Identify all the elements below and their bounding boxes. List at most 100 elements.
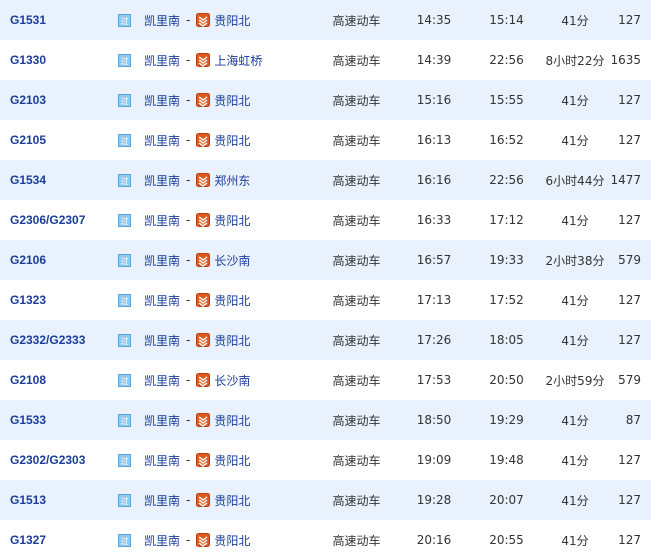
pass-icon: 过 <box>118 14 131 27</box>
pass-icon: 过 <box>118 334 131 347</box>
arrival-time-cell: 19:48 <box>489 453 524 467</box>
arrival-time-cell: 22:56 <box>489 173 524 187</box>
duration-cell: 41分 <box>561 533 589 548</box>
train-number-link[interactable]: G1513 <box>10 493 46 507</box>
train-number-cell: G1327 <box>0 520 118 560</box>
train-number-link[interactable]: G1330 <box>10 53 46 67</box>
train-number-cell: G2106 <box>0 240 118 280</box>
arrival-time-cell: 20:55 <box>489 533 524 547</box>
distance-cell: 1477 <box>610 173 641 187</box>
train-number-cell: G1330 <box>0 40 118 80</box>
pass-cell: 过 <box>118 0 144 40</box>
from-station-link[interactable]: 凯里南 <box>144 12 180 29</box>
train-number-link[interactable]: G2105 <box>10 133 46 147</box>
terminal-station-icon <box>196 173 211 187</box>
route-separator: - <box>186 333 191 347</box>
train-number-link[interactable]: G1531 <box>10 13 46 27</box>
to-station-link[interactable]: 上海虹桥 <box>214 52 262 69</box>
table-row: G1327 过 凯里南 - 贵阳北 高速动车 20:16 20:55 41分 1… <box>0 520 651 560</box>
train-number-link[interactable]: G1533 <box>10 413 46 427</box>
departure-time-cell: 20:16 <box>416 533 452 547</box>
to-station-link[interactable]: 长沙南 <box>214 372 250 389</box>
distance-cell: 127 <box>618 453 641 467</box>
to-station-link[interactable]: 贵阳北 <box>214 212 250 229</box>
train-number-cell: G1531 <box>0 0 118 40</box>
train-type-cell: 高速动车 <box>332 293 381 308</box>
distance-cell: 87 <box>625 413 641 427</box>
to-station-link[interactable]: 贵阳北 <box>214 12 250 29</box>
distance-cell: 127 <box>618 533 641 547</box>
departure-time-cell: 14:39 <box>416 53 452 67</box>
route-separator: - <box>186 53 191 67</box>
pass-cell: 过 <box>118 520 144 560</box>
to-station-link[interactable]: 贵阳北 <box>214 532 250 549</box>
arrival-time-cell: 18:05 <box>489 333 524 347</box>
arrival-time-cell: 17:12 <box>489 213 524 227</box>
train-number-link[interactable]: G1534 <box>10 173 46 187</box>
train-number-link[interactable]: G1323 <box>10 293 46 307</box>
from-station-link[interactable]: 凯里南 <box>144 412 180 429</box>
pass-cell: 过 <box>118 280 144 320</box>
departure-time-cell: 15:16 <box>416 93 452 107</box>
from-station-link[interactable]: 凯里南 <box>144 452 180 469</box>
pass-cell: 过 <box>118 80 144 120</box>
route-separator: - <box>186 373 191 387</box>
to-station-link[interactable]: 贵阳北 <box>214 452 250 469</box>
pass-icon: 过 <box>118 254 131 267</box>
train-number-cell: G1513 <box>0 480 118 520</box>
arrival-time-cell: 22:56 <box>489 53 524 67</box>
duration-cell: 41分 <box>561 493 589 508</box>
from-station-link[interactable]: 凯里南 <box>144 172 180 189</box>
train-number-link[interactable]: G2302/G2303 <box>10 453 85 467</box>
departure-time-cell: 16:16 <box>416 173 452 187</box>
table-row: G1533 过 凯里南 - 贵阳北 高速动车 18:50 19:29 41分 8… <box>0 400 651 440</box>
from-station-link[interactable]: 凯里南 <box>144 372 180 389</box>
from-station-link[interactable]: 凯里南 <box>144 492 180 509</box>
to-station-link[interactable]: 贵阳北 <box>214 292 250 309</box>
duration-cell: 41分 <box>561 333 589 348</box>
route-separator: - <box>186 493 191 507</box>
duration-cell: 41分 <box>561 13 589 28</box>
duration-cell: 41分 <box>561 453 589 468</box>
train-schedule-table: G1531 过 凯里南 - 贵阳北 高速动车 14:35 15:14 41分 1… <box>0 0 651 560</box>
departure-time-cell: 16:13 <box>416 133 452 147</box>
train-number-link[interactable]: G2332/G2333 <box>10 333 85 347</box>
pass-icon: 过 <box>118 294 131 307</box>
to-station-link[interactable]: 郑州东 <box>214 172 250 189</box>
route-separator: - <box>186 133 191 147</box>
arrival-time-cell: 20:50 <box>489 373 524 387</box>
to-station-link[interactable]: 贵阳北 <box>214 492 250 509</box>
to-station-link[interactable]: 贵阳北 <box>214 92 250 109</box>
from-station-link[interactable]: 凯里南 <box>144 132 180 149</box>
route-separator: - <box>186 533 191 547</box>
route-cell: 凯里南 - 上海虹桥 <box>144 40 314 80</box>
distance-cell: 127 <box>618 133 641 147</box>
from-station-link[interactable]: 凯里南 <box>144 212 180 229</box>
from-station-link[interactable]: 凯里南 <box>144 332 180 349</box>
pass-icon: 过 <box>118 54 131 67</box>
to-station-link[interactable]: 贵阳北 <box>214 132 250 149</box>
to-station-link[interactable]: 长沙南 <box>214 252 250 269</box>
from-station-link[interactable]: 凯里南 <box>144 252 180 269</box>
train-number-cell: G1533 <box>0 400 118 440</box>
train-number-link[interactable]: G2306/G2307 <box>10 213 85 227</box>
route-cell: 凯里南 - 贵阳北 <box>144 400 314 440</box>
departure-time-cell: 18:50 <box>416 413 452 427</box>
terminal-station-icon <box>196 213 211 227</box>
train-number-link[interactable]: G2108 <box>10 373 46 387</box>
from-station-link[interactable]: 凯里南 <box>144 92 180 109</box>
from-station-link[interactable]: 凯里南 <box>144 292 180 309</box>
arrival-time-cell: 19:33 <box>489 253 524 267</box>
terminal-station-icon <box>196 533 211 547</box>
train-number-link[interactable]: G2103 <box>10 93 46 107</box>
from-station-link[interactable]: 凯里南 <box>144 532 180 549</box>
to-station-link[interactable]: 贵阳北 <box>214 412 250 429</box>
to-station-link[interactable]: 贵阳北 <box>214 332 250 349</box>
duration-cell: 2小时38分 <box>545 253 605 268</box>
train-number-link[interactable]: G1327 <box>10 533 46 547</box>
train-number-link[interactable]: G2106 <box>10 253 46 267</box>
terminal-station-icon <box>196 133 211 147</box>
pass-icon: 过 <box>118 134 131 147</box>
from-station-link[interactable]: 凯里南 <box>144 52 180 69</box>
table-row: G2332/G2333 过 凯里南 - 贵阳北 高速动车 17:26 18:05… <box>0 320 651 360</box>
